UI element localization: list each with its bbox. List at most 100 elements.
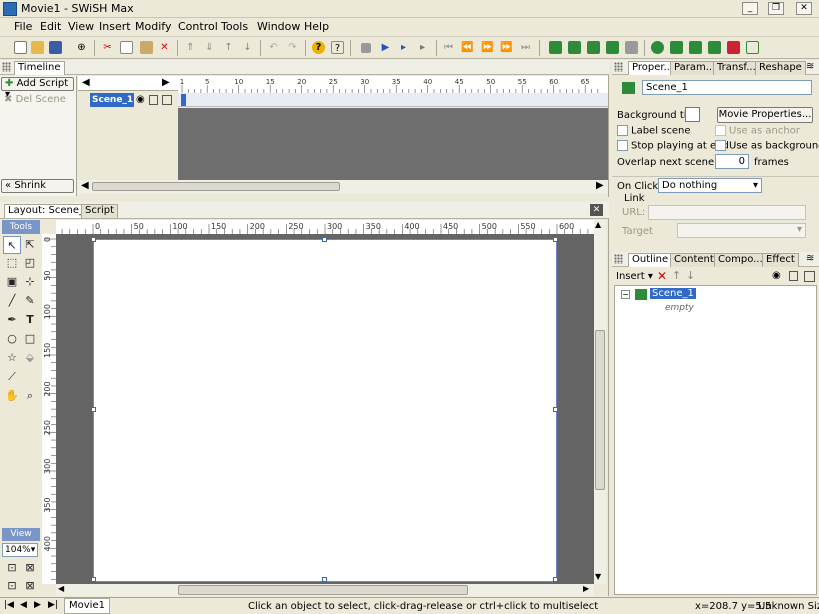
play-icon[interactable]: ▶ xyxy=(379,41,392,54)
url-field[interactable] xyxy=(648,205,806,220)
minimize-button[interactable]: _ xyxy=(742,2,758,15)
send-back-icon[interactable]: ⇓ xyxy=(203,41,216,54)
timeline-scrollbar[interactable]: ◀ ▶ xyxy=(78,180,608,194)
scene-name-field[interactable]: Scene_1 xyxy=(642,80,812,95)
insert-shape-icon[interactable] xyxy=(625,41,638,54)
movie-properties-button[interactable]: Movie Properties... xyxy=(717,107,813,123)
scroll-right-icon[interactable]: ▶ xyxy=(596,180,604,191)
panel-menu-icon[interactable]: ≋ xyxy=(806,61,814,72)
insert-group-icon[interactable] xyxy=(587,41,600,54)
paste-icon[interactable] xyxy=(140,41,153,54)
rectangle-tool-icon[interactable]: □ xyxy=(21,330,39,348)
use-as-anchor-checkbox[interactable]: Use as anchor xyxy=(715,125,800,137)
effect-3-icon[interactable] xyxy=(689,41,702,54)
insert-scene-icon[interactable] xyxy=(549,41,562,54)
outline-scene-item[interactable]: Scene_1 xyxy=(650,288,696,299)
first-movie-icon[interactable]: |◀ xyxy=(4,600,14,610)
tab-parameters[interactable]: Param... xyxy=(670,61,720,75)
scroll-left-icon[interactable]: ◀ xyxy=(81,180,89,191)
delete-icon[interactable]: ✕ xyxy=(657,269,667,283)
tab-script[interactable]: Script xyxy=(81,204,119,218)
outline-toggle-icon[interactable] xyxy=(162,95,172,105)
scroll-right-icon[interactable]: ▶ xyxy=(583,584,589,593)
selection-handle[interactable] xyxy=(91,237,96,242)
menu-help[interactable]: Help xyxy=(304,20,329,33)
pen-tool-icon[interactable]: ✒ xyxy=(3,311,21,329)
move-up-icon[interactable]: ↑ xyxy=(672,269,681,282)
prev-frame-icon[interactable]: ⏪ xyxy=(461,41,474,54)
scroll-down-icon[interactable]: ▼ xyxy=(595,572,601,581)
selection-handle[interactable] xyxy=(553,237,558,242)
menu-insert[interactable]: Insert xyxy=(99,20,131,33)
zoom-select[interactable]: 104%▾ xyxy=(2,543,38,557)
scene-row-label[interactable]: Scene_1 xyxy=(90,93,134,107)
send-backward-icon[interactable]: ↓ xyxy=(241,41,254,54)
tab-content[interactable]: Content xyxy=(670,253,718,267)
selection-handle[interactable] xyxy=(322,577,327,582)
cut-icon[interactable]: ✂ xyxy=(101,41,114,54)
movie-tab[interactable]: Movie1 xyxy=(64,598,110,614)
last-frame-icon[interactable]: ⏭ xyxy=(519,41,532,54)
panel-menu-icon[interactable]: ≋ xyxy=(806,253,814,264)
first-frame-icon[interactable]: ⏮ xyxy=(442,41,455,54)
delete-icon[interactable]: ✕ xyxy=(158,41,171,54)
close-button[interactable]: ✕ xyxy=(796,2,812,15)
fast-forward-icon[interactable]: ⏩ xyxy=(500,41,513,54)
motion-path-icon[interactable]: ⊹ xyxy=(21,273,39,291)
maximize-button[interactable]: ❐ xyxy=(768,2,784,15)
help-icon[interactable]: ? xyxy=(312,41,325,54)
collapse-icon[interactable]: − xyxy=(621,290,630,299)
selection-handle[interactable] xyxy=(91,577,96,582)
effect-5-icon[interactable] xyxy=(727,41,740,54)
selection-handle[interactable] xyxy=(322,237,327,242)
menu-file[interactable]: File xyxy=(14,20,32,33)
lock-icon[interactable] xyxy=(789,271,798,281)
scroll-thumb[interactable] xyxy=(92,182,340,191)
selection-handle[interactable] xyxy=(91,407,96,412)
zoom-out-icon[interactable]: ⊡ xyxy=(3,577,21,595)
zoom-fit-icon[interactable]: ⊠ xyxy=(21,559,39,577)
target-select[interactable]: ▾ xyxy=(677,223,806,238)
effect-2-icon[interactable] xyxy=(670,41,683,54)
ellipse-tool-icon[interactable]: ○ xyxy=(3,330,21,348)
selection-handle[interactable] xyxy=(553,577,558,582)
tab-timeline[interactable]: Timeline xyxy=(14,61,65,75)
menu-edit[interactable]: Edit xyxy=(40,20,61,33)
close-panel-icon[interactable]: ✕ xyxy=(590,204,603,216)
tab-reshape[interactable]: Reshape xyxy=(755,61,806,75)
bring-front-icon[interactable]: ⇑ xyxy=(184,41,197,54)
scroll-left-icon[interactable]: ◀ xyxy=(58,584,64,593)
copy-icon[interactable] xyxy=(120,41,133,54)
horizontal-scrollbar[interactable]: ◀ ▶ xyxy=(56,584,594,596)
eye-icon[interactable]: ◉ xyxy=(136,94,145,105)
lock-icon[interactable] xyxy=(149,95,158,105)
play-timeline-icon[interactable]: ▸ xyxy=(397,41,410,54)
undo-icon[interactable]: ↶ xyxy=(267,41,280,54)
last-movie-icon[interactable]: ▶| xyxy=(48,600,58,610)
playhead[interactable] xyxy=(181,94,186,106)
eyedropper-tool-icon[interactable]: ⟋ xyxy=(3,368,21,386)
context-help-icon[interactable]: ? xyxy=(331,41,344,54)
outline-toggle-icon[interactable] xyxy=(804,271,815,282)
zoom-selection-icon[interactable]: ⊠ xyxy=(21,577,39,595)
use-as-background-checkbox[interactable]: Use as background xyxy=(715,140,819,152)
insert-dropdown[interactable]: Insert ▾ xyxy=(616,271,653,282)
tab-effect[interactable]: Effect xyxy=(762,253,799,267)
on-click-select[interactable]: Do nothing ▾ xyxy=(658,178,762,193)
menu-view[interactable]: View xyxy=(68,20,94,33)
tab-components[interactable]: Compo... xyxy=(714,253,767,267)
scroll-left-icon[interactable]: ◀ xyxy=(82,77,90,88)
prev-movie-icon[interactable]: ◀ xyxy=(20,600,27,610)
transform-tool-icon[interactable]: ⬚ xyxy=(3,254,21,272)
scroll-up-icon[interactable]: ▲ xyxy=(595,220,601,229)
menu-modify[interactable]: Modify xyxy=(135,20,171,33)
stop-icon[interactable] xyxy=(361,43,371,53)
shrink-button[interactable]: « Shrink xyxy=(1,179,74,193)
scene-frames-row[interactable] xyxy=(178,93,608,107)
play-effect-icon[interactable]: ▸ xyxy=(416,41,429,54)
vscroll-thumb[interactable] xyxy=(595,330,605,490)
redo-icon[interactable]: ↷ xyxy=(286,41,299,54)
stage-canvas[interactable] xyxy=(93,239,557,582)
eye-icon[interactable]: ◉ xyxy=(772,270,781,281)
tab-outline[interactable]: Outline xyxy=(628,253,673,267)
